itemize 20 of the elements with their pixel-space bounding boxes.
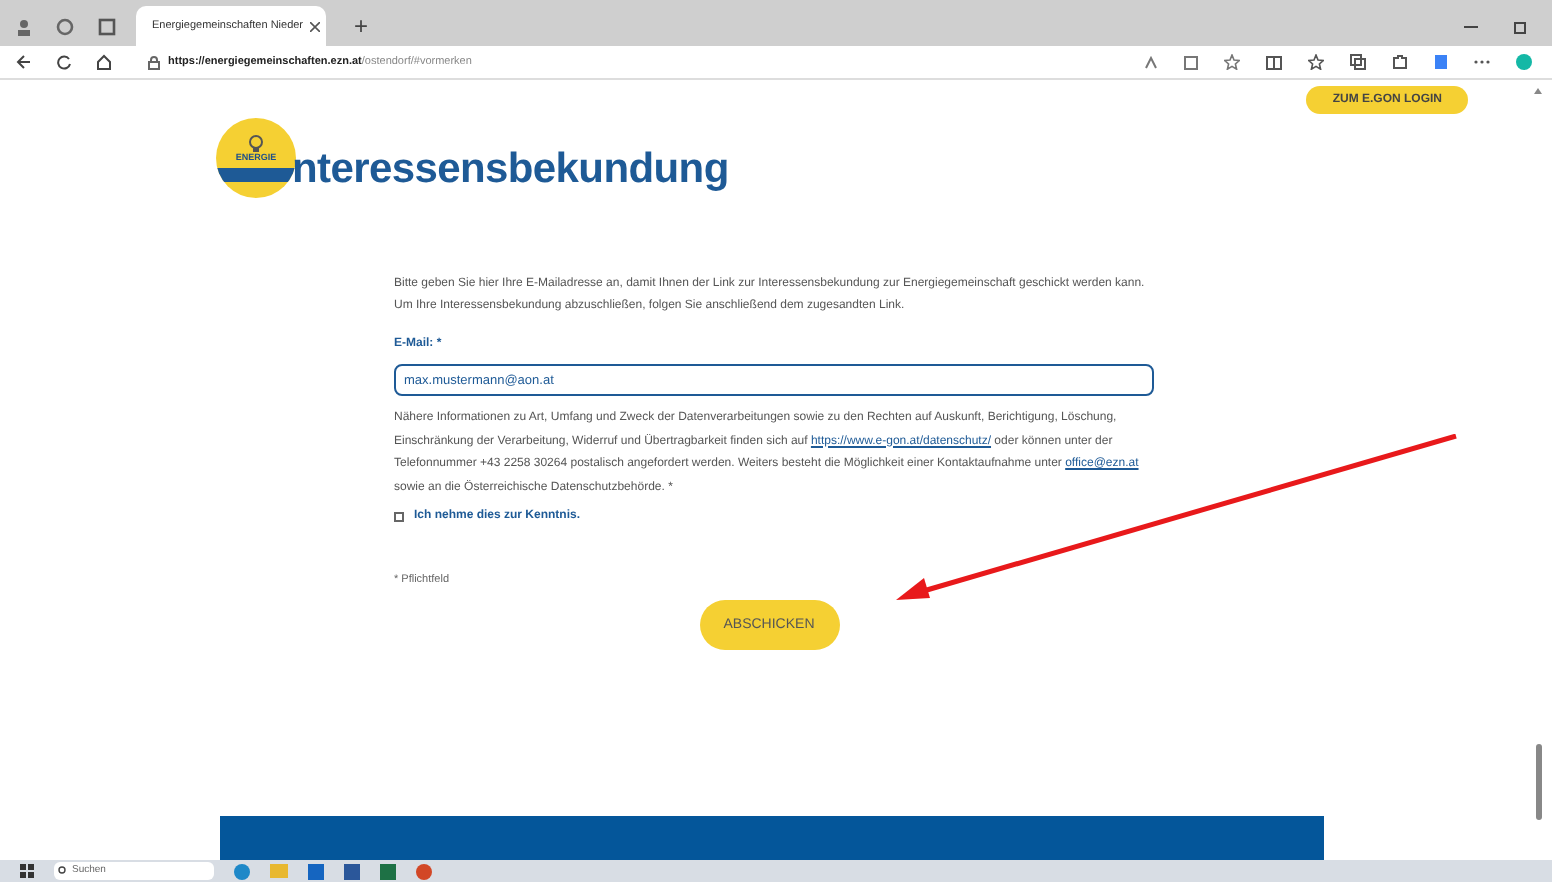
refresh-icon[interactable]: [56, 54, 72, 70]
collections-icon[interactable]: [1350, 54, 1366, 70]
new-tab-button[interactable]: +: [346, 6, 377, 46]
consent-checkbox[interactable]: [394, 512, 404, 522]
favorite-star-icon[interactable]: [1224, 54, 1240, 70]
restore-icon[interactable]: [1514, 19, 1528, 33]
scroll-up-icon[interactable]: [1534, 88, 1542, 94]
scrollbar-thumb[interactable]: [1535, 744, 1541, 820]
search-icon: [58, 866, 68, 876]
windows-start-icon[interactable]: [20, 864, 34, 878]
favorites-icon[interactable]: [1308, 54, 1324, 70]
logo-band: [216, 167, 296, 182]
back-icon[interactable]: [16, 54, 32, 70]
home-icon[interactable]: [96, 54, 112, 70]
close-icon[interactable]: [309, 21, 320, 31]
profile-icon[interactable]: [16, 17, 32, 35]
split-screen-icon[interactable]: [1266, 55, 1282, 69]
page-heading: nteressensbekundung: [292, 148, 729, 190]
lightbulb-icon: [248, 134, 264, 155]
lock-icon: [148, 55, 160, 69]
